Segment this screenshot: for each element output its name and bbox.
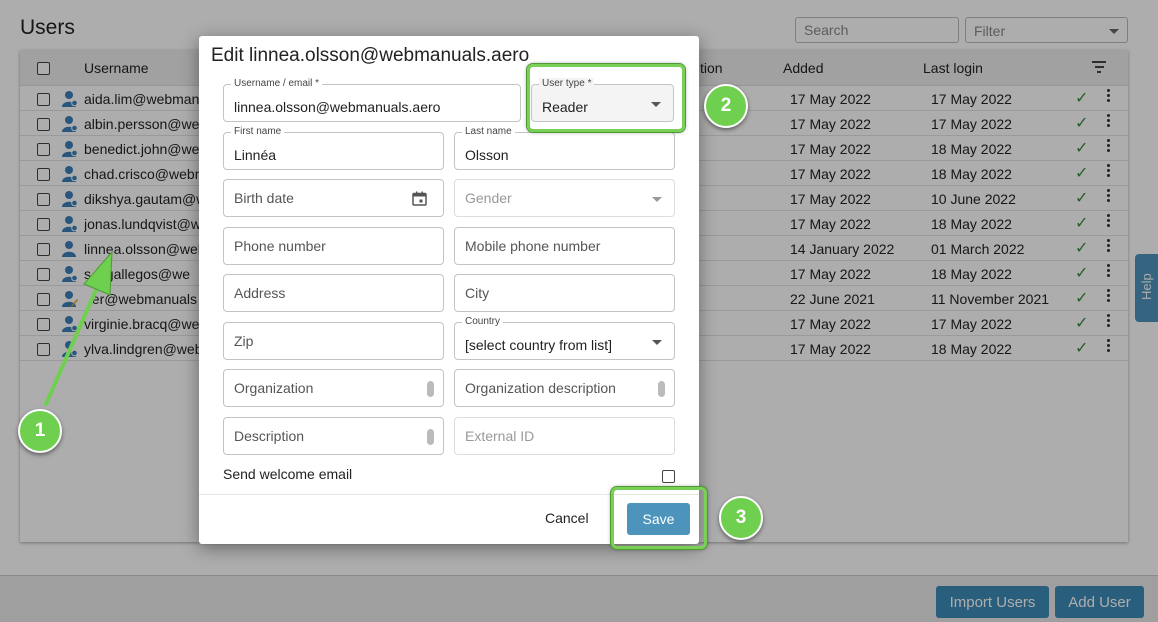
annotation-arrow [44,250,113,406]
step-1-badge: 1 [18,409,62,453]
step-3-badge: 3 [719,496,763,540]
step-2-badge: 2 [704,84,748,128]
